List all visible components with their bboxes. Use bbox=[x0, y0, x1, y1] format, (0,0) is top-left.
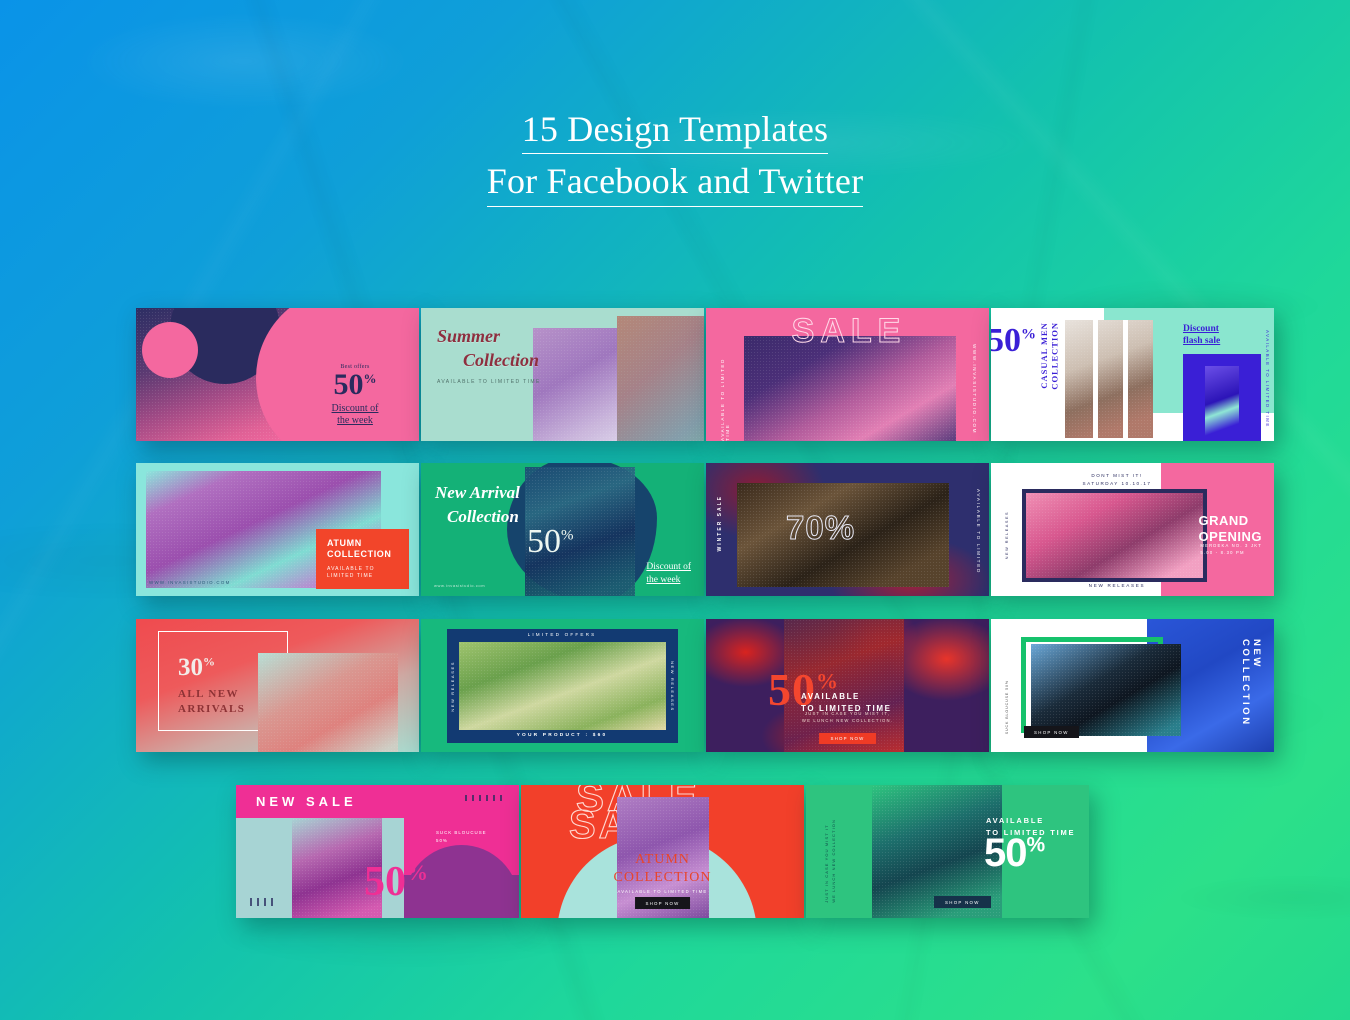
discount-text: Discount flash sale bbox=[1183, 324, 1221, 347]
card-title-line-2: COLLECTION bbox=[613, 869, 712, 885]
card-title-line-1: Summer bbox=[437, 326, 501, 346]
template-grid: Best offers 50% Discount of the week Summ… bbox=[0, 308, 1350, 948]
percent-value: 50% bbox=[991, 322, 1036, 359]
cta-text: Discount of the week bbox=[331, 403, 379, 426]
vertical-availability-text: AVAILABLE TO LIMITED bbox=[976, 489, 981, 574]
headline-text: NEW SALE bbox=[256, 794, 357, 809]
vertical-product-text: SUCK BLOUCUSE 50% bbox=[1005, 679, 1009, 734]
vertical-new-releases-left: NEW RELEASES bbox=[450, 661, 455, 712]
template-card-sale-outline[interactable]: SALE AVAILABLE TO LIMITED TIME WWW.INVAS… bbox=[706, 308, 989, 441]
card-title: New Arrival Collection bbox=[435, 481, 520, 529]
mint-overlay bbox=[617, 316, 704, 441]
percent-value: 30% bbox=[178, 654, 215, 681]
template-card-atumn-collection-mint[interactable]: ATUMN COLLECTION AVAILABLE TO LIMITED TIME… bbox=[136, 463, 419, 596]
card-title-line-1: ATUMN bbox=[635, 852, 690, 867]
template-card-new-collection-blue[interactable]: NEW COLLECTION SHOP NOW SUCK BLOUCUSE 50… bbox=[991, 619, 1274, 752]
template-card-winter-sale[interactable]: 70% WINTER SALE AVAILABLE TO LIMITED bbox=[706, 463, 989, 596]
model-photo bbox=[744, 336, 956, 441]
field-photo bbox=[459, 642, 666, 730]
badge-title: ATUMN COLLECTION bbox=[327, 538, 392, 560]
vertical-collection-title: CASUAL MEN COLLECTION bbox=[1039, 322, 1060, 390]
footer-text: NEW RELEASES bbox=[1088, 583, 1146, 588]
card-title-line-1: New Arrival bbox=[435, 483, 520, 502]
note-text: JUST IN CASE YOU MIST IT, WE LUNCH NEW CO… bbox=[801, 710, 894, 723]
event-date-text: DONT MIST IT! SATURDAY 10.10.17 bbox=[1082, 473, 1152, 486]
vertical-note-text: JUST IN CASE YOU MIST IT WE LUNCH NEW COL… bbox=[824, 819, 837, 903]
shop-now-button[interactable]: SHOP NOW bbox=[634, 897, 691, 909]
website-text: www.invasistudio.com bbox=[434, 583, 486, 588]
offer-badge: ATUMN COLLECTION AVAILABLE TO LIMITED TIME bbox=[316, 529, 409, 589]
template-card-summer-collection[interactable]: Summer Collection AVAILABLE TO LIMITED T… bbox=[421, 308, 704, 441]
event-title: GRAND OPENING bbox=[1198, 513, 1262, 544]
template-card-casual-men-collection[interactable]: 50% CASUAL MEN COLLECTION Discount flash s… bbox=[991, 308, 1274, 441]
template-card-discount-of-the-week[interactable]: Best offers 50% Discount of the week bbox=[136, 308, 419, 441]
percent-value: 70% bbox=[786, 509, 856, 546]
vertical-availability-text: AVAILABLE TO LIMITED TIME bbox=[1265, 330, 1270, 428]
vertical-new-releases-right: NEW RELEASES bbox=[670, 661, 675, 712]
vertical-website-text: WWW.INVASISTUDIO.COM bbox=[972, 344, 977, 435]
cta-text: Discount of the week bbox=[646, 562, 691, 585]
template-card-all-new-arrivals[interactable]: 30% ALL NEW ARRIVALS bbox=[136, 619, 419, 752]
card-title-line-2: Collection bbox=[447, 506, 519, 526]
vertical-new-collection-text: NEW COLLECTION bbox=[1240, 639, 1262, 727]
template-card-fifty-percent-floral[interactable]: 50% AVAILABLE TO LIMITED TIME JUST IN CAS… bbox=[706, 619, 989, 752]
man-silhouette bbox=[1205, 366, 1239, 441]
template-card-atumn-collection-red[interactable]: SALE SALE ATUMN COLLECTION AVAILABLE TO … bbox=[521, 785, 804, 918]
website-text: WWW.INVASISTUDIO.COM bbox=[149, 580, 231, 585]
sale-headline: SALE bbox=[791, 312, 907, 350]
template-card-new-arrival-collection[interactable]: New Arrival Collection 50% Discount of th… bbox=[421, 463, 704, 596]
product-price-label: YOUR PRODUCT : $60 bbox=[516, 733, 608, 738]
card-title: Summer Collection bbox=[437, 324, 539, 373]
template-card-grand-opening[interactable]: DONT MIST IT! SATURDAY 10.10.17 GRAND OPEN… bbox=[991, 463, 1274, 596]
template-card-limited-offers[interactable]: LIMITED OFFERS NEW RELEASES NEW RELEASES… bbox=[421, 619, 704, 752]
percent-value: 50% bbox=[527, 523, 574, 560]
template-card-fifty-percent-green[interactable]: AVAILABLE TO LIMITED TIME 50% SHOP NOW JU… bbox=[806, 785, 1089, 918]
percent-value: 50% bbox=[984, 831, 1045, 875]
vertical-availability-text: AVAILABLE TO LIMITED TIME bbox=[720, 358, 730, 441]
photo-slice-divider-1 bbox=[1093, 320, 1098, 438]
navy-photo-frame bbox=[1022, 489, 1207, 582]
product-label: SUCK BLOUCUSE 50% bbox=[436, 830, 487, 843]
percent-value: 50% bbox=[333, 368, 377, 401]
percent-value: 50% bbox=[364, 859, 428, 905]
card-title: ALL NEW ARRIVALS bbox=[178, 688, 246, 715]
vertical-winter-sale-text: WINTER SALE bbox=[717, 495, 723, 552]
photo-slice-divider-2 bbox=[1123, 320, 1128, 438]
page-title-line-2: For Facebook and Twitter bbox=[486, 160, 864, 207]
blue-photo-panel bbox=[1183, 354, 1261, 441]
card-copy: Best offers 50% Discount of the week bbox=[307, 364, 403, 427]
vertical-new-releases-text: NEW RELEASES bbox=[1004, 511, 1009, 560]
shop-now-button[interactable]: SHOP NOW bbox=[934, 896, 991, 908]
top-label: LIMITED OFFERS bbox=[527, 632, 597, 637]
dot-pattern-bottom-left bbox=[250, 898, 278, 906]
badge-subtitle: AVAILABLE TO LIMITED TIME bbox=[327, 565, 375, 580]
shop-now-button[interactable]: SHOP NOW bbox=[1024, 726, 1079, 738]
dot-pattern-top-right bbox=[465, 795, 507, 801]
shop-now-button[interactable]: SHOP NOW bbox=[818, 733, 877, 744]
page-title-line-1: 15 Design Templates bbox=[521, 108, 829, 155]
page-title: 15 Design Templates For Facebook and Twi… bbox=[0, 108, 1350, 207]
card-title-line-2: Collection bbox=[463, 350, 539, 371]
card-subtitle: AVAILABLE TO LIMITED TIME bbox=[437, 379, 541, 385]
template-card-new-sale[interactable]: NEW SALE SUCK BLOUCUSE 50% 50% bbox=[236, 785, 519, 918]
mint-photo-overlay bbox=[258, 653, 398, 752]
pink-circle-shape bbox=[142, 322, 198, 378]
model-photo bbox=[1031, 644, 1181, 736]
model-photo bbox=[1065, 320, 1153, 438]
card-subtitle: AVAILABLE TO LIMITED TIME bbox=[617, 889, 708, 894]
event-details: MERDEKA NO. 3 JKT 5.00 - 8.30 PM bbox=[1200, 543, 1262, 556]
card-title: ATUMN COLLECTION bbox=[521, 851, 804, 886]
